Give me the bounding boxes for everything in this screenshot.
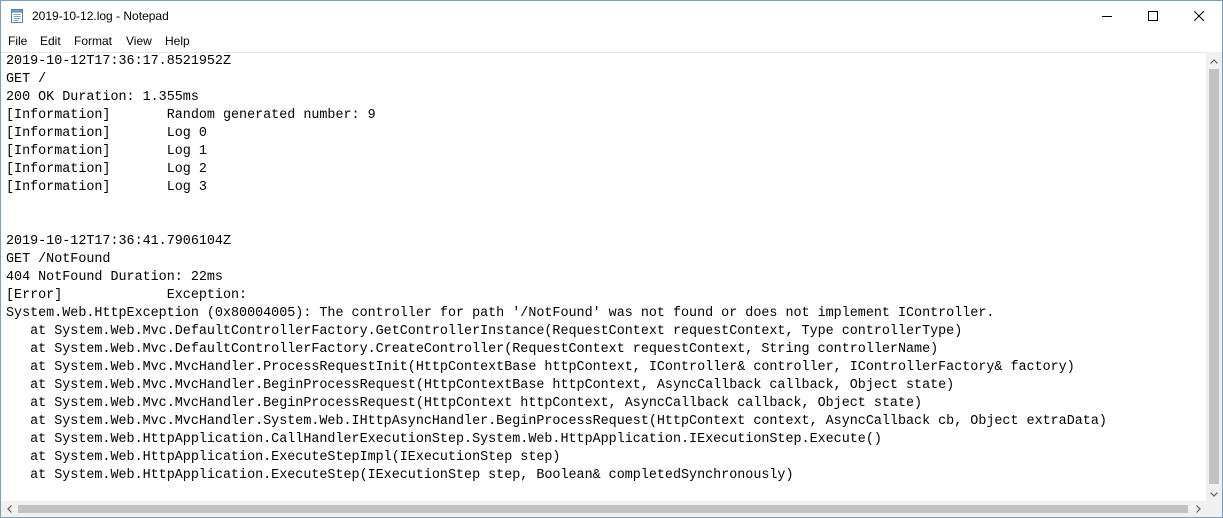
horizontal-scroll-thumb[interactable] (18, 505, 1188, 513)
menu-help[interactable]: Help (165, 34, 190, 48)
close-icon (1194, 11, 1204, 21)
vertical-scrollbar[interactable] (1206, 52, 1222, 501)
notepad-window: 2019-10-12.log - Notepad File Edit Forma… (0, 0, 1223, 518)
scroll-left-button[interactable] (1, 501, 17, 517)
minimize-icon (1102, 11, 1112, 21)
chevron-right-icon (1195, 500, 1201, 517)
scroll-right-button[interactable] (1190, 501, 1206, 517)
window-title: 2019-10-12.log - Notepad (32, 9, 169, 23)
maximize-button[interactable] (1130, 1, 1176, 31)
menu-edit[interactable]: Edit (40, 34, 61, 48)
title-bar[interactable]: 2019-10-12.log - Notepad (1, 1, 1222, 31)
text-editor[interactable]: 2019-10-12T17:36:17.8521952Z GET / 200 O… (1, 52, 1206, 502)
menu-file[interactable]: File (8, 34, 27, 48)
maximize-icon (1148, 11, 1158, 21)
menu-bar: File Edit Format View Help (1, 32, 1222, 51)
minimize-button[interactable] (1084, 1, 1130, 31)
chevron-left-icon (6, 500, 12, 517)
menu-format[interactable]: Format (74, 34, 112, 48)
close-button[interactable] (1176, 1, 1222, 31)
horizontal-scrollbar[interactable] (1, 501, 1206, 517)
scroll-up-button[interactable] (1206, 52, 1222, 68)
scroll-down-button[interactable] (1206, 485, 1222, 501)
notepad-icon (9, 8, 25, 24)
vertical-scroll-thumb[interactable] (1209, 69, 1219, 484)
menu-view[interactable]: View (126, 34, 152, 48)
chevron-up-icon (1210, 51, 1218, 69)
editor-content[interactable]: 2019-10-12T17:36:17.8521952Z GET / 200 O… (1, 53, 1206, 485)
chevron-down-icon (1210, 484, 1218, 502)
scrollbar-corner (1206, 501, 1222, 517)
